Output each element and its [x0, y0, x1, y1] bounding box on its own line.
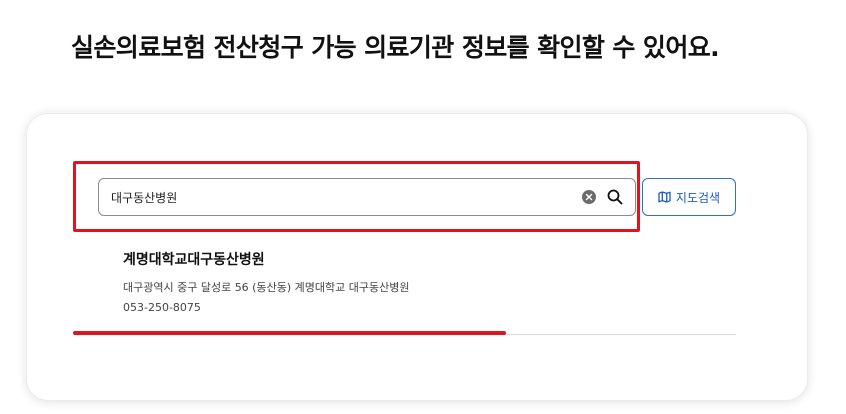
page: 실손의료보험 전산청구 가능 의료기관 정보를 확인할 수 있어요. 지도검색 … — [0, 0, 846, 414]
page-title: 실손의료보험 전산청구 가능 의료기관 정보를 확인할 수 있어요. — [71, 33, 720, 62]
hospital-name: 계명대학교대구동산병원 — [123, 252, 265, 268]
hospital-address: 대구광역시 중구 달성로 56 (동산동) 계명대학교 대구동산병원 — [123, 281, 410, 294]
annotation-underline — [73, 331, 506, 335]
annotation-highlight-box — [73, 161, 640, 232]
hospital-phone: 053-250-8075 — [123, 301, 201, 314]
list-item[interactable]: 계명대학교대구동산병원 대구광역시 중구 달성로 56 (동산동) 계명대학교 … — [98, 240, 736, 335]
map-search-button[interactable]: 지도검색 — [642, 178, 736, 216]
map-search-label: 지도검색 — [675, 190, 721, 205]
map-icon — [658, 191, 671, 203]
